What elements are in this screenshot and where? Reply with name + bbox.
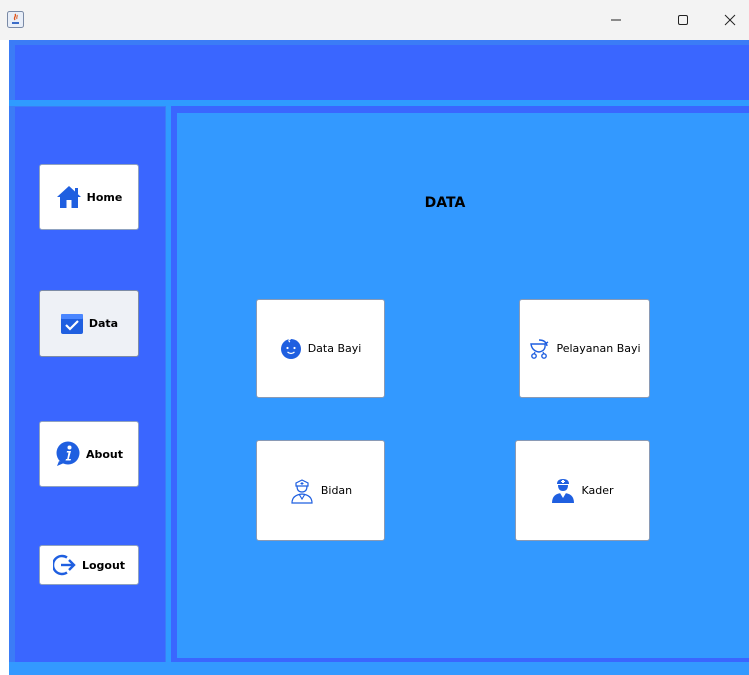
header-bar: [15, 45, 749, 100]
data-bayi-button[interactable]: Data Bayi: [256, 299, 385, 398]
minimize-button[interactable]: [593, 0, 639, 40]
close-icon: [724, 14, 736, 26]
card-label: Kader: [581, 484, 614, 497]
home-icon: [56, 186, 81, 208]
pelayanan-bayi-button[interactable]: Pelayanan Bayi: [519, 299, 650, 398]
bidan-button[interactable]: Bidan: [256, 440, 385, 541]
nurse-icon: [291, 478, 313, 504]
bottom-strip: [9, 662, 749, 675]
minimize-icon: [611, 19, 621, 21]
baby-stroller-icon: [530, 338, 549, 359]
sidebar-item-label: About: [85, 447, 124, 461]
card-label: Bidan: [320, 484, 353, 497]
data-box-icon: [60, 313, 83, 334]
logout-icon: [52, 554, 76, 576]
close-button[interactable]: [707, 0, 749, 40]
sidebar-item-logout[interactable]: Logout: [39, 545, 139, 585]
window-titlebar: [0, 0, 749, 40]
sidebar-item-label: Home: [86, 190, 123, 204]
sidebar-item-home[interactable]: Home: [39, 164, 139, 230]
doctor-icon: [552, 478, 575, 503]
kader-button[interactable]: Kader: [515, 440, 650, 541]
sidebar-item-about[interactable]: About: [39, 421, 139, 487]
sidebar-item-label: Logout: [81, 558, 126, 572]
card-label: Data Bayi: [307, 342, 362, 355]
page-title: DATA: [424, 195, 466, 211]
info-icon: [56, 441, 80, 466]
java-app-icon: [7, 11, 24, 28]
sidebar-item-data[interactable]: Data: [39, 290, 139, 357]
card-label: Pelayanan Bayi: [556, 342, 641, 355]
baby-face-icon: [280, 338, 301, 359]
maximize-icon: [678, 15, 688, 25]
maximize-button[interactable]: [660, 0, 706, 40]
sidebar-item-label: Data: [88, 317, 119, 330]
